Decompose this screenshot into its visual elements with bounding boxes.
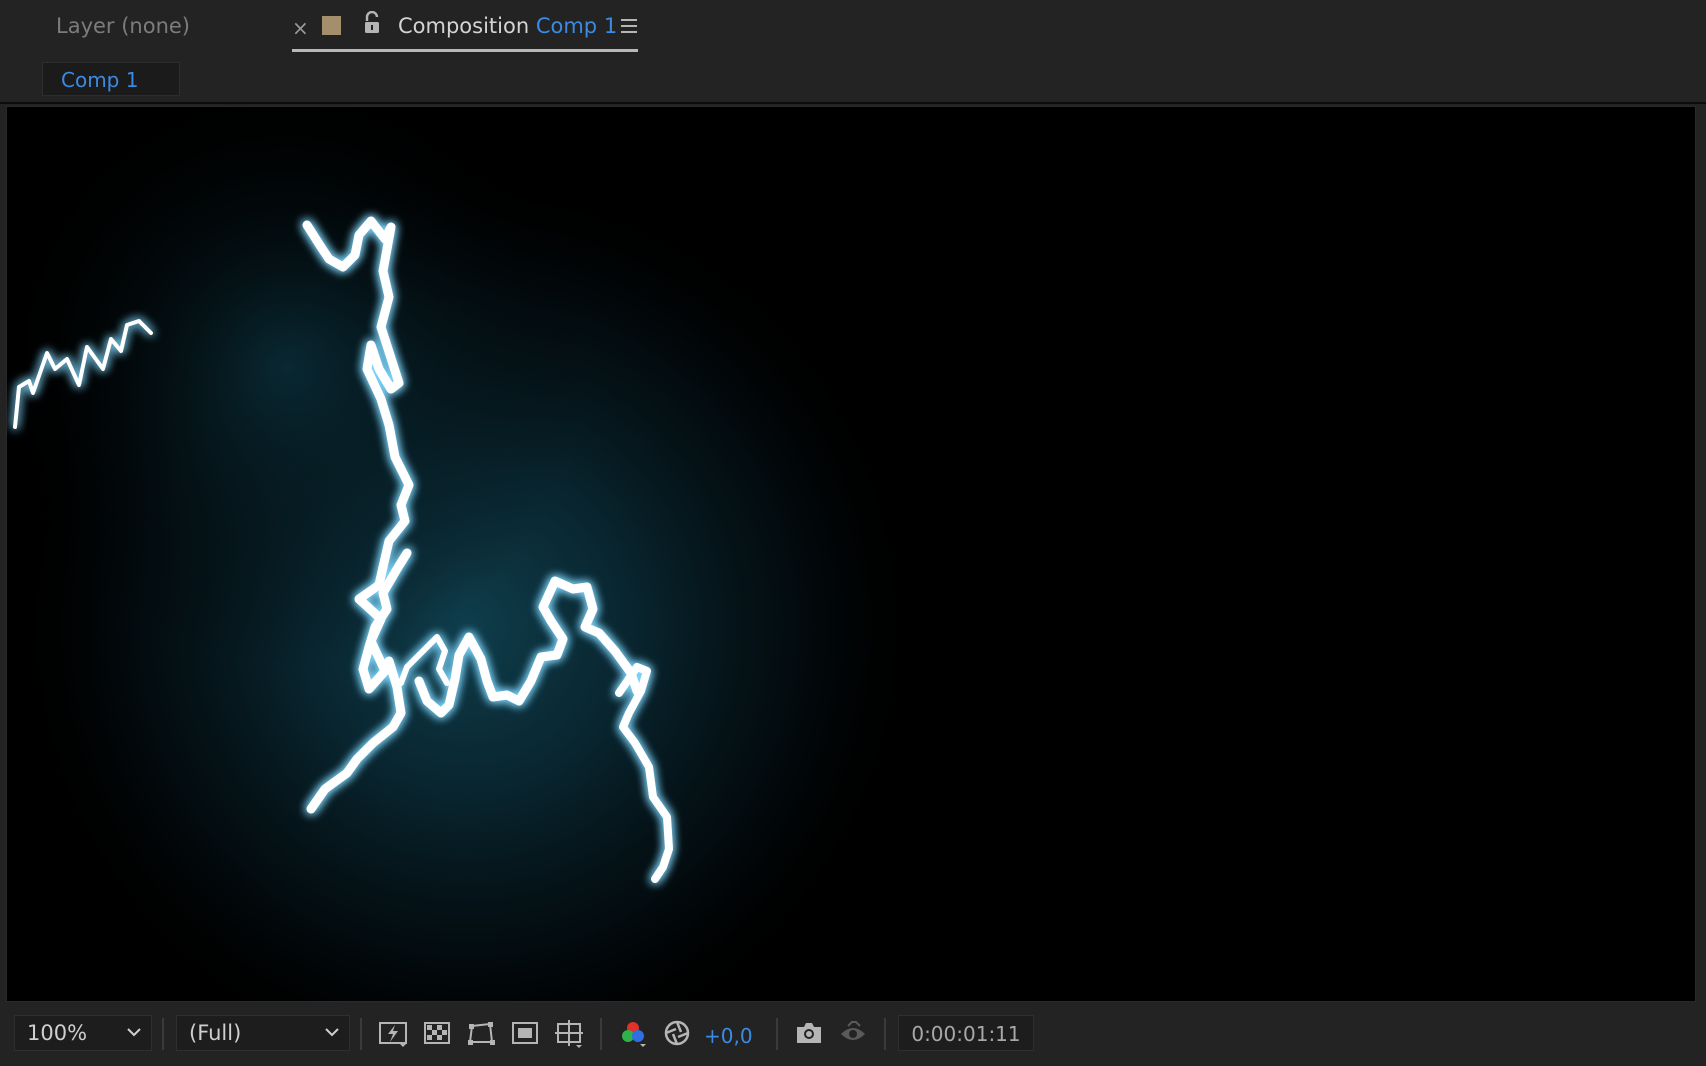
viewer-footer-toolbar: 100% (Full) +0,0 0:00:01:11 [0,1004,1706,1066]
chevron-down-icon [127,1028,141,1037]
fast-previews-icon[interactable] [378,1018,408,1048]
guides-icon[interactable] [554,1018,584,1048]
tab-layer[interactable]: Layer (none) [56,14,190,38]
toolbar-divider [162,1018,164,1050]
composition-name: Comp 1 [535,14,618,38]
toolbar-divider [776,1018,778,1050]
transparency-grid-icon[interactable] [422,1018,452,1048]
composition-label: Composition [398,14,530,38]
label-color-swatch[interactable] [322,16,341,35]
unlock-icon[interactable] [362,10,382,35]
region-of-interest-icon[interactable] [510,1018,540,1048]
mask-path-icon[interactable] [466,1018,496,1048]
breadcrumb-comp[interactable]: Comp 1 [42,62,180,96]
snapshot-camera-icon[interactable] [794,1018,824,1048]
toolbar-divider [360,1018,362,1050]
close-tab-icon[interactable]: × [292,16,309,40]
magnification-dropdown[interactable]: 100% [14,1015,152,1051]
composition-render [7,107,1695,1001]
show-snapshot-icon[interactable] [838,1018,868,1048]
exposure-value[interactable]: +0,0 [704,1024,753,1048]
composition-viewer[interactable] [6,106,1696,1002]
resolution-dropdown[interactable]: (Full) [176,1015,350,1051]
color-channels-icon[interactable] [618,1018,648,1048]
composition-title: Composition Comp 1 [398,14,617,38]
reset-exposure-icon[interactable] [662,1018,692,1048]
chevron-down-icon [325,1028,339,1037]
tab-composition[interactable]: × Composition Comp 1 [292,0,638,52]
current-time-display[interactable]: 0:00:01:11 [898,1015,1034,1051]
resolution-value: (Full) [189,1021,242,1045]
panel-menu-icon[interactable] [620,18,638,34]
magnification-value: 100% [27,1021,88,1045]
panel-tab-bar: Layer (none) × Composition Comp 1 [0,0,1706,56]
toolbar-divider [884,1018,886,1050]
toolbar-divider [600,1018,602,1050]
composition-breadcrumb-bar: Comp 1 [0,56,1706,104]
